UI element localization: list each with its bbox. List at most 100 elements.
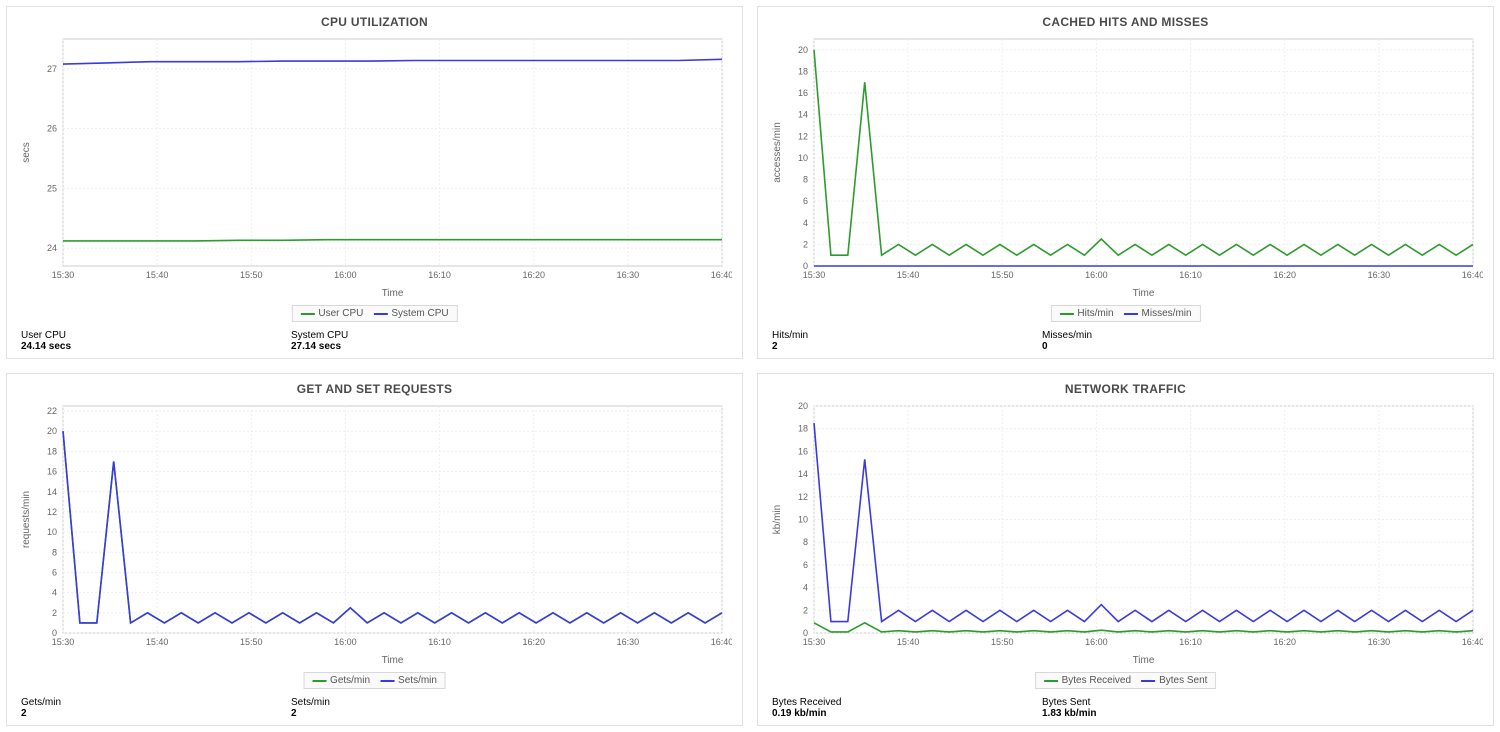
svg-text:14: 14 <box>798 469 808 479</box>
panel-title: NETWORK TRAFFIC <box>768 382 1483 396</box>
legend-item: Sets/min <box>380 675 437 686</box>
svg-text:12: 12 <box>47 507 57 517</box>
svg-text:16:40: 16:40 <box>1462 637 1483 647</box>
svg-text:15:50: 15:50 <box>991 270 1014 280</box>
chart-svg: 024681012141618202215:3015:4015:5016:001… <box>17 400 732 667</box>
svg-text:25: 25 <box>47 183 57 193</box>
stat-block: Misses/min 0 <box>1042 330 1132 352</box>
svg-text:18: 18 <box>798 424 808 434</box>
stat-label: Gets/min <box>21 697 111 708</box>
chart-legend: Bytes Received Bytes Sent <box>1035 672 1217 689</box>
svg-text:20: 20 <box>798 401 808 411</box>
panel-title: CACHED HITS AND MISSES <box>768 15 1483 29</box>
chart-legend: Gets/min Sets/min <box>303 672 446 689</box>
svg-text:16:30: 16:30 <box>1368 637 1391 647</box>
stat-label: User CPU <box>21 330 111 341</box>
legend-swatch <box>373 313 387 315</box>
legend-label: Misses/min <box>1142 308 1192 319</box>
stat-label: Bytes Sent <box>1042 697 1132 708</box>
stat-label: Misses/min <box>1042 330 1132 341</box>
svg-text:Time: Time <box>382 655 404 666</box>
chart-area-net: 0246810121416182015:3015:4015:5016:0016:… <box>768 400 1483 689</box>
svg-text:16:30: 16:30 <box>617 270 640 280</box>
svg-text:24: 24 <box>47 243 57 253</box>
legend-swatch <box>300 313 314 315</box>
svg-text:18: 18 <box>47 446 57 456</box>
svg-text:16:20: 16:20 <box>522 637 545 647</box>
stat-block: Bytes Received 0.19 kb/min <box>772 697 862 719</box>
panel-cache-hits-misses: CACHED HITS AND MISSES 02468101214161820… <box>757 6 1494 359</box>
svg-text:10: 10 <box>47 527 57 537</box>
svg-text:8: 8 <box>803 175 808 185</box>
stat-value: 2 <box>291 708 381 719</box>
legend-label: Gets/min <box>330 675 370 686</box>
svg-text:15:30: 15:30 <box>803 270 826 280</box>
legend-item: User CPU <box>300 308 363 319</box>
chart-area-cache: 0246810121416182015:3015:4015:5016:0016:… <box>768 33 1483 322</box>
svg-text:8: 8 <box>803 537 808 547</box>
chart-svg: 0246810121416182015:3015:4015:5016:0016:… <box>768 33 1483 300</box>
stat-label: Hits/min <box>772 330 862 341</box>
svg-text:6: 6 <box>803 560 808 570</box>
svg-text:16: 16 <box>798 446 808 456</box>
svg-text:16:20: 16:20 <box>1273 270 1296 280</box>
stat-value: 2 <box>772 341 862 352</box>
svg-text:16:20: 16:20 <box>1273 637 1296 647</box>
svg-text:4: 4 <box>803 583 808 593</box>
stat-value: 1.83 kb/min <box>1042 708 1132 719</box>
svg-text:22: 22 <box>47 406 57 416</box>
legend-label: Bytes Received <box>1062 675 1131 686</box>
svg-text:27: 27 <box>47 64 57 74</box>
panel-stats: User CPU 24.14 secs System CPU 27.14 sec… <box>17 322 732 352</box>
stat-value: 24.14 secs <box>21 341 111 352</box>
legend-swatch <box>1044 680 1058 682</box>
legend-item: Bytes Sent <box>1141 675 1207 686</box>
svg-text:2: 2 <box>52 608 57 618</box>
legend-label: Hits/min <box>1077 308 1113 319</box>
svg-text:15:30: 15:30 <box>803 637 826 647</box>
svg-text:16:00: 16:00 <box>1085 270 1108 280</box>
legend-swatch <box>380 680 394 682</box>
legend-item: System CPU <box>373 308 448 319</box>
svg-text:15:50: 15:50 <box>240 270 263 280</box>
stat-block: User CPU 24.14 secs <box>21 330 111 352</box>
legend-item: Hits/min <box>1059 308 1113 319</box>
svg-text:requests/min: requests/min <box>21 491 32 548</box>
svg-text:12: 12 <box>798 492 808 502</box>
stat-block: System CPU 27.14 secs <box>291 330 381 352</box>
stat-label: Sets/min <box>291 697 381 708</box>
svg-text:16:40: 16:40 <box>711 637 732 647</box>
svg-text:20: 20 <box>47 426 57 436</box>
chart-legend: User CPU System CPU <box>291 305 457 322</box>
chart-legend: Hits/min Misses/min <box>1050 305 1200 322</box>
svg-text:26: 26 <box>47 124 57 134</box>
dashboard: CPU UTILIZATION 2425262715:3015:4015:501… <box>0 0 1500 732</box>
chart-area-cpu: 2425262715:3015:4015:5016:0016:1016:2016… <box>17 33 732 322</box>
legend-item: Gets/min <box>312 675 370 686</box>
panel-cpu-utilization: CPU UTILIZATION 2425262715:3015:4015:501… <box>6 6 743 359</box>
chart-area-reqs: 024681012141618202215:3015:4015:5016:001… <box>17 400 732 689</box>
legend-swatch <box>312 680 326 682</box>
panel-get-set-requests: GET AND SET REQUESTS 0246810121416182022… <box>6 373 743 726</box>
legend-label: Sets/min <box>398 675 437 686</box>
svg-text:15:50: 15:50 <box>991 637 1014 647</box>
svg-text:16: 16 <box>798 88 808 98</box>
panel-stats: Bytes Received 0.19 kb/min Bytes Sent 1.… <box>768 689 1483 719</box>
svg-text:15:40: 15:40 <box>897 270 920 280</box>
svg-text:2: 2 <box>803 239 808 249</box>
svg-text:16:40: 16:40 <box>1462 270 1483 280</box>
svg-text:16:10: 16:10 <box>428 637 451 647</box>
svg-text:20: 20 <box>798 45 808 55</box>
stat-block: Hits/min 2 <box>772 330 862 352</box>
svg-text:Time: Time <box>1133 288 1155 299</box>
svg-text:16:10: 16:10 <box>428 270 451 280</box>
legend-label: Bytes Sent <box>1159 675 1207 686</box>
svg-text:15:40: 15:40 <box>146 270 169 280</box>
svg-text:14: 14 <box>798 110 808 120</box>
svg-text:8: 8 <box>52 547 57 557</box>
legend-item: Misses/min <box>1124 308 1192 319</box>
svg-text:15:40: 15:40 <box>146 637 169 647</box>
legend-swatch <box>1124 313 1138 315</box>
svg-text:14: 14 <box>47 487 57 497</box>
svg-text:6: 6 <box>52 567 57 577</box>
